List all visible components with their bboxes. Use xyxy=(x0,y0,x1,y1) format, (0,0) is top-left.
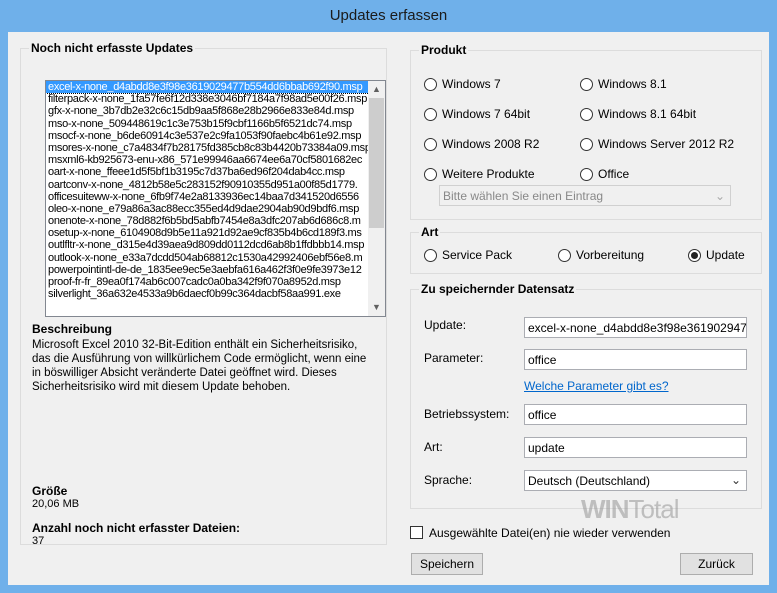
product-radio[interactable] xyxy=(424,138,437,151)
product-select[interactable]: Bitte wählen Sie einen Eintrag ⌄ xyxy=(439,185,731,206)
product-option-label[interactable]: Weitere Produkte xyxy=(442,167,535,181)
product-option-label[interactable]: Windows 2008 R2 xyxy=(442,137,539,151)
list-item[interactable]: powerpointintl-de-de_1835ee9ec5e3aebfa61… xyxy=(46,264,369,276)
description-heading: Beschreibung xyxy=(32,322,113,336)
list-item[interactable]: gfx-x-none_3b7db2e32c6c15db9aa5f868e28b2… xyxy=(46,105,369,117)
product-option-label[interactable]: Windows 8.1 xyxy=(598,77,667,91)
group-title: Produkt xyxy=(419,43,469,57)
type-group: Art Service Pack Vorbereitung Update xyxy=(410,225,762,274)
save-button[interactable]: Speichern xyxy=(411,553,483,575)
art-field[interactable]: update xyxy=(524,437,747,458)
scroll-up-icon[interactable]: ▲ xyxy=(368,81,385,98)
description-text: Microsoft Excel 2010 32-Bit-Edition enth… xyxy=(32,339,367,393)
list-item[interactable]: osetup-x-none_6104908d9b5e11a921d92ae9cf… xyxy=(46,227,369,239)
list-item[interactable]: outlook-x-none_e33a7dcdd504ab68812c1530a… xyxy=(46,252,369,264)
product-option-label[interactable]: Office xyxy=(598,167,629,181)
product-radio[interactable] xyxy=(580,108,593,121)
list-item[interactable]: oart-x-none_ffeee1d5f5bf1b3195c7d37ba6ed… xyxy=(46,166,369,178)
product-radio[interactable] xyxy=(580,78,593,91)
list-item[interactable]: oleo-x-none_e79a86a3ac88ecc355ed4d9dae29… xyxy=(46,203,369,215)
record-group: Zu speichernder Datensatz Update: excel-… xyxy=(410,282,762,509)
count-heading: Anzahl noch nicht erfasster Dateien: xyxy=(32,521,241,535)
group-title: Zu speichernder Datensatz xyxy=(419,282,577,296)
count-value: 37 xyxy=(32,535,45,547)
group-title: Art xyxy=(419,225,441,239)
product-option-label[interactable]: Windows 7 xyxy=(442,77,501,91)
scroll-thumb[interactable] xyxy=(369,98,384,228)
never-reuse-label: Ausgewählte Datei(en) nie wieder verwend… xyxy=(429,526,671,540)
list-item[interactable]: excel-x-none_d4abdd8e3f98e3619029477b554… xyxy=(46,81,370,95)
list-item[interactable]: oartconv-x-none_4812b58e5c283152f9091035… xyxy=(46,179,369,191)
list-item[interactable]: filterpack-x-none_1fa57fe6f12d338e3046bf… xyxy=(46,93,369,105)
pending-updates-group: Noch nicht erfasste Updates excel-x-none… xyxy=(20,41,387,547)
select-placeholder: Bitte wählen Sie einen Eintrag xyxy=(443,189,604,203)
product-radio[interactable] xyxy=(424,168,437,181)
list-item[interactable]: officesuiteww-x-none_6fb9f74e2a8133936ec… xyxy=(46,191,369,203)
chevron-down-icon: ⌄ xyxy=(714,189,725,203)
language-select[interactable]: Deutsch (Deutschland) ⌄ xyxy=(524,470,747,491)
list-item[interactable]: msocf-x-none_b6de60914c3e537e2c9fa1053f9… xyxy=(46,130,369,142)
type-radio[interactable] xyxy=(558,249,571,262)
parameter-field[interactable]: office xyxy=(524,349,747,370)
type-option-label[interactable]: Vorbereitung xyxy=(576,248,644,262)
parameter-label: Parameter: xyxy=(424,351,484,365)
product-option-label[interactable]: Windows 8.1 64bit xyxy=(598,107,696,121)
never-reuse-checkbox[interactable] xyxy=(410,526,423,539)
updates-listbox[interactable]: excel-x-none_d4abdd8e3f98e3619029477b554… xyxy=(45,80,386,317)
product-radio[interactable] xyxy=(424,108,437,121)
product-radio[interactable] xyxy=(580,138,593,151)
language-value: Deutsch (Deutschland) xyxy=(528,474,651,488)
parameter-help-link[interactable]: Welche Parameter gibt es? xyxy=(524,379,669,393)
type-option-label[interactable]: Service Pack xyxy=(442,248,512,262)
dialog-body: Noch nicht erfasste Updates excel-x-none… xyxy=(8,32,769,585)
scroll-down-icon[interactable]: ▼ xyxy=(368,299,385,316)
back-button[interactable]: Zurück xyxy=(680,553,753,575)
product-radio[interactable] xyxy=(580,168,593,181)
size-heading: Größe xyxy=(32,484,68,498)
type-radio[interactable] xyxy=(688,249,701,262)
list-item[interactable]: silverlight_36a632e4533a9b6daecf0b99c364… xyxy=(46,288,369,300)
product-radio[interactable] xyxy=(424,78,437,91)
art-label: Art: xyxy=(424,440,443,454)
os-field[interactable]: office xyxy=(524,404,747,425)
list-item[interactable]: outlfltr-x-none_d315e4d39aea9d809dd0112d… xyxy=(46,239,369,251)
update-label: Update: xyxy=(424,318,467,332)
language-label: Sprache: xyxy=(424,473,473,487)
product-option-label[interactable]: Windows Server 2012 R2 xyxy=(598,137,734,151)
window-title: Updates erfassen xyxy=(0,0,777,32)
type-radio[interactable] xyxy=(424,249,437,262)
list-item[interactable]: mso-x-none_509448619c1c3e753b15f9cbf1166… xyxy=(46,118,369,130)
product-group: Produkt Windows 7 Windows 8.1 Windows 7 64… xyxy=(410,43,762,220)
list-item[interactable]: onenote-x-none_78d882f6b5bd5abfb7454e8a3… xyxy=(46,215,369,227)
chevron-down-icon: ⌄ xyxy=(730,473,741,487)
os-label: Betriebssystem: xyxy=(424,407,510,421)
wintotal-watermark: WINTotal xyxy=(581,494,679,524)
list-item[interactable]: msxml6-kb925673-enu-x86_571e99946aa6674e… xyxy=(46,154,369,166)
list-item[interactable]: msores-x-none_c7a4834f7b28175fd385cb8c83… xyxy=(46,142,369,154)
product-option-label[interactable]: Windows 7 64bit xyxy=(442,107,530,121)
group-title: Noch nicht erfasste Updates xyxy=(29,41,196,55)
type-option-label[interactable]: Update xyxy=(706,248,745,262)
list-scrollbar[interactable]: ▲ ▼ xyxy=(368,81,385,316)
list-item[interactable]: proof-fr-fr_89ea0f174ab6c007cadc0a0ba342… xyxy=(46,276,369,288)
update-field[interactable]: excel-x-none_d4abdd8e3f98e3619029477b554… xyxy=(524,317,747,338)
size-value: 20,06 MB xyxy=(32,498,80,510)
